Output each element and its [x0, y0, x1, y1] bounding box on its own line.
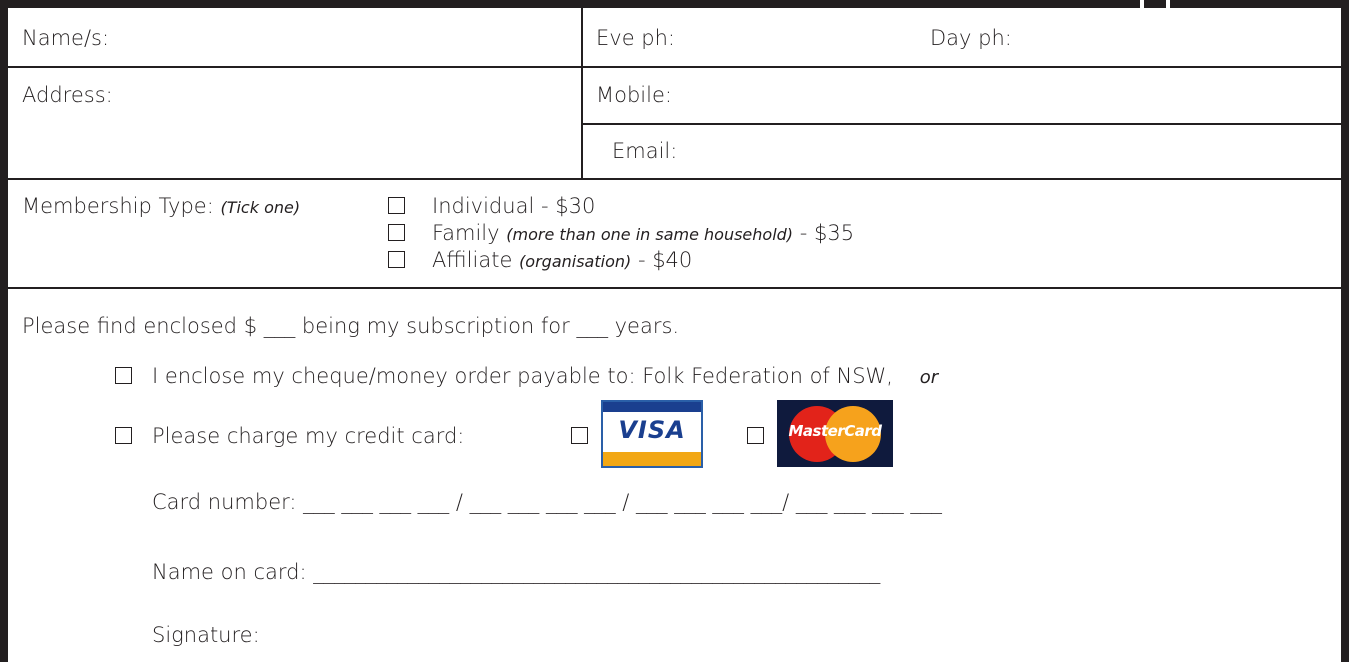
cheque-option: I enclose my cheque/money order payable …	[152, 363, 938, 391]
signature-field[interactable]: Signature:	[152, 622, 260, 648]
cheque-checkbox[interactable]	[115, 367, 132, 384]
individual-checkbox[interactable]	[388, 197, 405, 214]
header-gap	[1166, 0, 1170, 8]
option-note: (organisation)	[519, 252, 632, 271]
option-name: Individual	[432, 194, 535, 218]
header-gap	[1140, 0, 1144, 8]
membership-type-label: Membership Type: (Tick one)	[22, 193, 300, 221]
credit-card-checkbox[interactable]	[115, 427, 132, 444]
credit-card-option: Please charge my credit card:	[152, 424, 465, 448]
address-field[interactable]: Address:	[22, 82, 113, 108]
email-label: Email:	[612, 139, 678, 163]
day-phone-label: Day ph:	[930, 26, 1012, 50]
column-divider	[581, 8, 583, 179]
visa-logo: VISA	[601, 400, 703, 468]
mastercard-logo-text: MasterCard	[788, 422, 882, 440]
family-option: Family (more than one in same household)…	[432, 220, 854, 248]
individual-option: Individual - $30	[432, 193, 595, 219]
day-phone-field[interactable]: Day ph:	[930, 25, 1012, 51]
names-field[interactable]: Name/s:	[22, 25, 109, 51]
row-divider	[0, 178, 1349, 180]
option-name: Family	[432, 221, 500, 245]
mastercard-checkbox[interactable]	[747, 427, 764, 444]
address-label: Address:	[22, 83, 113, 107]
affiliate-option: Affiliate (organisation) - $40	[432, 247, 692, 275]
option-note: (more than one in same household)	[506, 225, 794, 244]
row-divider	[0, 287, 1349, 289]
family-checkbox[interactable]	[388, 224, 405, 241]
cheque-text: I enclose my cheque/money order payable …	[152, 364, 893, 388]
visa-checkbox[interactable]	[571, 427, 588, 444]
option-price: - $35	[799, 221, 855, 245]
option-price: - $30	[540, 194, 596, 218]
names-label: Name/s:	[22, 26, 110, 50]
enclosed-amount-line[interactable]: Please find enclosed $ ___ being my subs…	[22, 313, 679, 339]
eve-phone-label: Eve ph:	[596, 26, 676, 50]
membership-label: Membership Type:	[22, 194, 214, 218]
eve-phone-field[interactable]: Eve ph:	[596, 25, 675, 51]
row-divider	[0, 66, 1349, 68]
row-divider	[582, 123, 1349, 125]
membership-hint: (Tick one)	[220, 198, 301, 217]
mobile-label: Mobile:	[596, 83, 672, 107]
cheque-or: or	[919, 367, 939, 388]
card-number-field[interactable]: Card number: ___ ___ ___ ___ / ___ ___ _…	[152, 489, 942, 515]
affiliate-checkbox[interactable]	[388, 251, 405, 268]
name-on-card-field[interactable]: Name on card: __________________________…	[152, 559, 880, 585]
option-price: - $40	[637, 248, 693, 272]
option-name: Affiliate	[432, 248, 513, 272]
mastercard-logo: MasterCard	[777, 400, 893, 467]
visa-logo-text: VISA	[618, 416, 686, 444]
email-field[interactable]: Email:	[612, 138, 677, 164]
mobile-field[interactable]: Mobile:	[596, 82, 672, 108]
